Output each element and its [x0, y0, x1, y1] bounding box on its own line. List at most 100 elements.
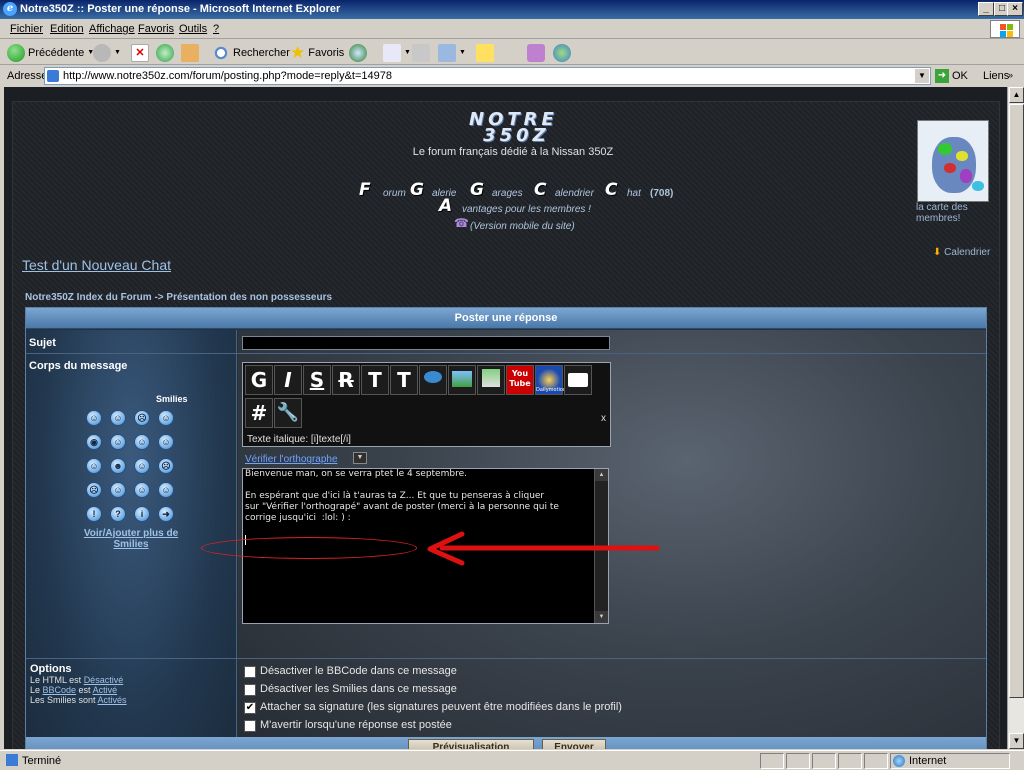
go-button[interactable]: ➜ OK — [935, 69, 968, 83]
chevron-down-icon[interactable]: ▼ — [353, 452, 367, 464]
links-button[interactable]: Liens — [983, 70, 1009, 82]
stop-button[interactable]: ✕ — [131, 43, 149, 62]
menu-edition[interactable]: Edition — [50, 23, 84, 35]
new-chat-link[interactable]: Test d'un Nouveau Chat — [22, 257, 171, 273]
home-button[interactable] — [181, 43, 199, 62]
nav-calendrier-link[interactable]: alendrier — [555, 188, 594, 199]
menu-affichage[interactable]: Affichage — [89, 23, 135, 35]
attach-signature-checkbox[interactable]: ✔ — [244, 702, 256, 714]
bbcode-status-value[interactable]: Activé — [93, 685, 118, 695]
calendar-link[interactable]: ⬇ Calendrier — [933, 247, 990, 258]
submit-button[interactable]: Envoyer — [542, 739, 606, 749]
close-button[interactable]: × — [1007, 2, 1023, 16]
smiley-icon[interactable]: ➜ — [158, 506, 174, 522]
menu-help[interactable]: ? — [213, 23, 219, 35]
nav-garages-link[interactable]: arages — [492, 188, 523, 199]
nav-chat-link[interactable]: hat — [627, 188, 641, 199]
code-button[interactable]: # — [245, 398, 273, 428]
print-button[interactable] — [412, 43, 430, 62]
nav-calendrier-initial[interactable]: C — [534, 180, 546, 200]
nav-garages-initial[interactable]: G — [470, 180, 484, 200]
back-button[interactable]: Précédente ▼ — [7, 43, 94, 62]
member-map-image[interactable] — [917, 120, 989, 202]
dailymotion-button[interactable]: Dailymotion — [535, 365, 566, 395]
menu-fichier[interactable]: Fichier — [10, 23, 43, 35]
history-button[interactable] — [349, 43, 367, 62]
chevron-right-icon[interactable]: » — [1008, 70, 1013, 80]
nav-forum-initial[interactable]: F — [359, 180, 371, 200]
html-status-value[interactable]: Désactivé — [84, 675, 124, 685]
address-input[interactable]: http://www.notre350z.com/forum/posting.p… — [44, 67, 931, 85]
smiley-icon[interactable]: ! — [86, 506, 102, 522]
url-button[interactable] — [477, 365, 505, 395]
scroll-down-icon[interactable]: ▼ — [595, 611, 608, 623]
italic-button[interactable]: I — [274, 365, 302, 395]
nav-chat-initial[interactable]: C — [605, 180, 617, 200]
smiley-icon[interactable]: ☺ — [110, 410, 126, 426]
scroll-up-icon[interactable]: ▲ — [1009, 87, 1024, 103]
forward-button[interactable]: ▼ — [93, 43, 121, 62]
smiley-icon[interactable]: ☹ — [158, 458, 174, 474]
font-size-button[interactable]: T — [361, 365, 389, 395]
smiley-icon[interactable]: ☺ — [158, 482, 174, 498]
disable-bbcode-checkbox[interactable] — [244, 666, 256, 678]
font-color-button[interactable]: T — [390, 365, 418, 395]
refresh-button[interactable] — [156, 43, 174, 62]
smiley-icon[interactable]: ☺ — [86, 458, 102, 474]
smiley-icon[interactable]: ☺ — [134, 482, 150, 498]
member-map-link[interactable]: la carte des membres! — [916, 202, 996, 224]
nav-avantages-initial[interactable]: A — [439, 196, 452, 216]
search-button[interactable]: Rechercher — [212, 43, 290, 62]
page-viewport[interactable]: NOTRE 350Z Le forum français dédié à la … — [4, 87, 1007, 749]
more-smilies-link[interactable]: Voir/Ajouter plus de Smilies — [81, 528, 181, 550]
smiley-icon[interactable]: ☺ — [110, 434, 126, 450]
quote-button[interactable] — [564, 365, 592, 395]
bbcode-close-button[interactable]: x — [601, 413, 606, 424]
site-logo[interactable]: NOTRE 350Z — [469, 111, 558, 145]
nav-forum-link[interactable]: orum — [383, 188, 406, 199]
edit-button[interactable]: ▼ — [438, 43, 466, 62]
smiley-icon[interactable]: ? — [110, 506, 126, 522]
tool-button[interactable]: 🔧 — [274, 398, 302, 428]
menu-outils[interactable]: Outils — [179, 23, 207, 35]
smiley-icon[interactable]: ☺ — [134, 434, 150, 450]
minimize-button[interactable]: _ — [978, 2, 994, 16]
mail-button[interactable]: ▼ — [383, 43, 411, 62]
underline-button[interactable]: S — [303, 365, 331, 395]
favorites-button[interactable]: ★ Favoris — [290, 43, 344, 62]
smiley-icon[interactable]: ☺ — [158, 434, 174, 450]
preview-button[interactable]: Prévisualisation — [408, 739, 534, 749]
smiley-icon[interactable]: ☺ — [158, 410, 174, 426]
messenger-button[interactable] — [553, 43, 571, 62]
notify-reply-checkbox[interactable] — [244, 720, 256, 732]
smiley-icon[interactable]: ☻ — [110, 458, 126, 474]
youtube-button[interactable]: You Tube — [506, 365, 534, 395]
page-scrollbar[interactable]: ▲ ▼ — [1007, 87, 1024, 749]
smiley-icon[interactable]: ☺ — [110, 482, 126, 498]
bold-button[interactable]: G — [245, 365, 273, 395]
chevron-down-icon[interactable]: ▼ — [915, 69, 929, 83]
smiley-icon[interactable]: ☹ — [134, 410, 150, 426]
smiley-icon[interactable]: ☺ — [134, 458, 150, 474]
smiley-icon[interactable]: ☹ — [86, 482, 102, 498]
disable-smilies-checkbox[interactable] — [244, 684, 256, 696]
image-button[interactable] — [419, 365, 447, 395]
scroll-down-icon[interactable]: ▼ — [1009, 733, 1024, 749]
spellcheck-link[interactable]: Vérifier l'orthographe — [245, 454, 338, 465]
breadcrumb[interactable]: Notre350Z Index du Forum -> Présentation… — [25, 292, 332, 303]
tool-button[interactable] — [527, 43, 545, 62]
subject-input[interactable] — [242, 336, 610, 350]
nav-avantages-link[interactable]: vantages pour les membres ! — [462, 204, 591, 215]
bbcode-faq-link[interactable]: BBCode — [43, 685, 77, 695]
picture-button[interactable] — [448, 365, 476, 395]
mobile-version-link[interactable]: (Version mobile du site) — [470, 221, 575, 232]
scroll-up-icon[interactable]: ▲ — [595, 469, 608, 481]
notes-button[interactable] — [476, 43, 494, 62]
smiley-icon[interactable]: ☺ — [86, 410, 102, 426]
scroll-thumb[interactable] — [1009, 104, 1024, 698]
smiley-icon[interactable]: i — [134, 506, 150, 522]
nav-galerie-initial[interactable]: G — [410, 180, 424, 200]
menu-favoris[interactable]: Favoris — [138, 23, 174, 35]
smilies-status-value[interactable]: Activés — [98, 695, 127, 705]
strike-button[interactable]: R — [332, 365, 360, 395]
